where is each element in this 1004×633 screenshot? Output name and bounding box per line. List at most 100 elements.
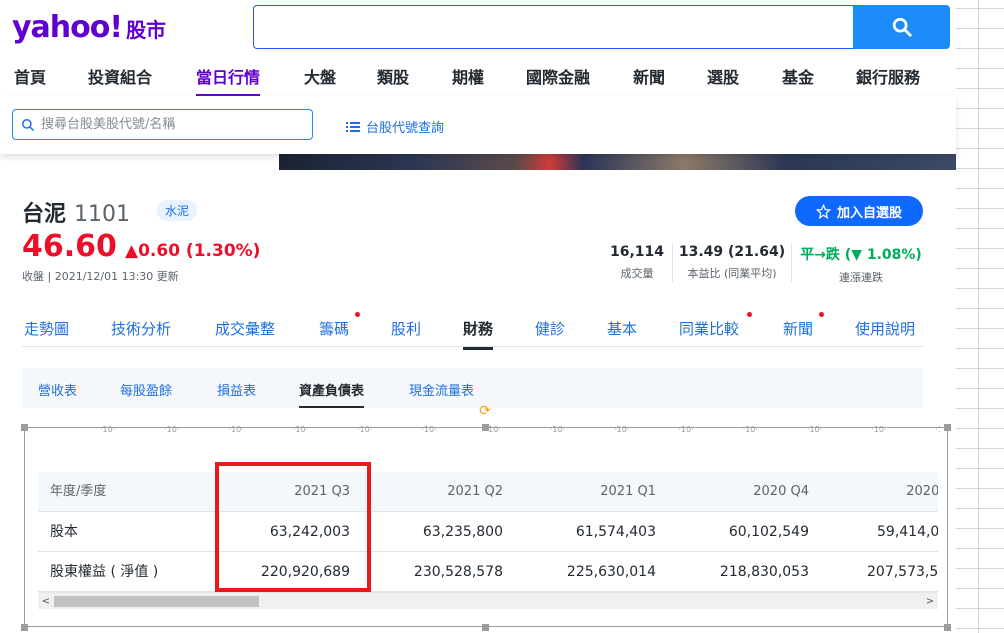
nav-item-international[interactable]: 國際金融 [526,64,590,94]
frame-ruler-ticks: ·10· ·10· ·10· ·10· ·10· ·10· ·10· ·10· … [100,425,940,437]
logo-yahoo-text: yahoo! [12,10,123,45]
row-label: 股本 [50,524,78,540]
nav-item-screener[interactable]: 選股 [707,64,739,94]
ruler-tick: ·10· [357,425,373,434]
main-search-input[interactable] [253,5,853,49]
table-cell: 63,235,800 [422,524,503,540]
nav-item-options[interactable]: 期權 [452,64,484,94]
nav-item-home[interactable]: 首頁 [14,64,46,94]
subtab-income-statement[interactable]: 損益表 [217,380,256,406]
ruler-tick: ·10· [806,425,823,434]
header-quarter: 2020 Q3 [906,484,938,499]
ruler-tick: ·10· [100,425,116,434]
add-to-watchlist-label: 加入自選股 [836,205,902,221]
subtab-cash-flow[interactable]: 現金流量表 [409,380,474,406]
stat-label: 連漲連跌 [839,271,883,284]
tab-peers[interactable]: 同業比較 [679,318,739,347]
tab-technical[interactable]: 技術分析 [111,318,171,347]
resize-handle[interactable] [944,424,951,431]
tab-dividend[interactable]: 股利 [391,318,421,347]
table-cell: 61,574,403 [575,524,656,540]
tab-chart[interactable]: 走勢圖 [24,318,69,347]
table-cell: 63,242,003 [269,524,350,540]
stat-volume: 16,114 成交量 [606,244,668,281]
table-cell: 59,414,0 [877,524,938,540]
table-cell: 230,528,578 [413,564,503,580]
stat-pe-ratio: 13.49 (21.64) 本益比 (同業平均) [676,244,788,281]
subtab-revenue[interactable]: 營收表 [38,380,77,406]
table-horizontal-scrollbar[interactable]: < > [38,592,938,609]
stat-value: 16,114 [609,244,665,260]
ruler-tick: ·10· [164,425,180,434]
header-quarter: 2021 Q1 [600,484,656,499]
price-change: ▲0.60 (1.30%) [125,241,261,261]
resize-handle[interactable] [21,424,28,431]
table-cell: 218,830,053 [719,564,809,580]
table-row: 股本 63,242,003 63,235,800 61,574,403 60,1… [38,512,938,552]
tab-news[interactable]: 新聞 [783,318,813,347]
balance-sheet-table: 年度/季度 2021 Q3 2021 Q2 2021 Q1 2020 Q4 20… [38,472,938,592]
notification-dot [355,312,360,317]
rotate-handle-icon[interactable]: ⟳ [478,404,492,418]
stock-title: 台泥 1101 [22,196,130,228]
tab-chips[interactable]: 籌碼 [319,318,349,347]
scroll-left-arrow[interactable]: < [38,593,54,610]
ruler-tick: ·10· [614,425,630,434]
header-period: 年度/季度 [50,484,107,499]
sector-tag[interactable]: 水泥 [157,200,198,221]
stat-label: 本益比 (同業平均) [687,267,777,280]
yahoo-logo[interactable]: yahoo! 股市 [12,10,166,46]
scroll-thumb[interactable] [54,596,259,607]
table-cell: 60,102,549 [728,524,809,540]
ruler-tick: ·10· [935,425,940,434]
header-quarter: 2021 Q2 [447,484,503,499]
ruler-tick: ·10· [871,425,887,434]
tab-trades[interactable]: 成交彙整 [215,318,275,347]
scroll-right-arrow[interactable]: > [922,593,938,610]
nav-item-banking[interactable]: 銀行服務 [856,64,920,94]
search-button[interactable] [853,5,950,49]
notification-dot [819,312,824,317]
nav-item-sectors[interactable]: 類股 [377,64,409,94]
stock-code: 1101 [74,202,131,227]
search-icon [22,118,34,131]
add-to-watchlist-button[interactable]: 加入自選股 [795,196,923,226]
header-quarter: 2020 Q4 [753,484,809,499]
tab-basic[interactable]: 基本 [607,318,637,347]
ruler-tick: ·10· [421,425,437,434]
nav-item-daily-market[interactable]: 當日行情 [196,64,261,97]
resize-handle[interactable] [482,624,489,631]
notification-dot [747,312,752,317]
subtab-balance-sheet[interactable]: 資產負債表 [299,380,365,408]
header-quarter: 2021 Q3 [294,484,350,499]
stock-search-field[interactable] [12,109,313,140]
stock-search-bar: 台股代號查詢 [0,96,956,154]
tab-help[interactable]: 使用說明 [855,318,915,347]
page: yahoo! 股市 首頁 投資組合 當日行情 大盤 類股 期權 國際金融 新聞 … [0,0,956,633]
nav-item-portfolio[interactable]: 投資組合 [88,64,152,94]
quote-tabs: 走勢圖 技術分析 成交彙整 籌碼 股利 財務 健診 基本 同業比較 新聞 使用說… [0,312,956,350]
subtab-eps[interactable]: 每股盈餘 [120,380,172,406]
resize-handle[interactable] [21,624,28,631]
stock-price: 46.60 [22,229,117,264]
logo-stock-text: 股市 [126,18,167,42]
nav-item-index[interactable]: 大盤 [304,64,336,94]
stat-streak: 平→跌 (▼ 1.08%) 連漲連跌 [796,244,926,285]
stock-name: 台泥 [22,202,67,227]
code-lookup-label: 台股代號查詢 [366,121,445,136]
nav-item-funds[interactable]: 基金 [782,64,814,94]
ruler-tick: ·10· [742,425,758,434]
code-lookup-link[interactable]: 台股代號查詢 [346,117,444,136]
tab-health[interactable]: 健診 [535,318,565,347]
star-icon [815,203,831,219]
resize-handle[interactable] [944,624,951,631]
resize-handle[interactable] [482,424,489,431]
stock-search-input[interactable] [41,117,301,132]
table-header-row: 年度/季度 2021 Q3 2021 Q2 2021 Q1 2020 Q4 20… [38,472,938,512]
table-cell: 207,573,5 [867,564,938,580]
financials-subtabs: 營收表 每股盈餘 損益表 資產負債表 現金流量表 [22,368,923,408]
ruler-tick: ·10· [292,425,309,434]
nav-item-news[interactable]: 新聞 [633,64,665,94]
tabs-divider [22,346,923,347]
table-cell: 225,630,014 [566,564,656,580]
